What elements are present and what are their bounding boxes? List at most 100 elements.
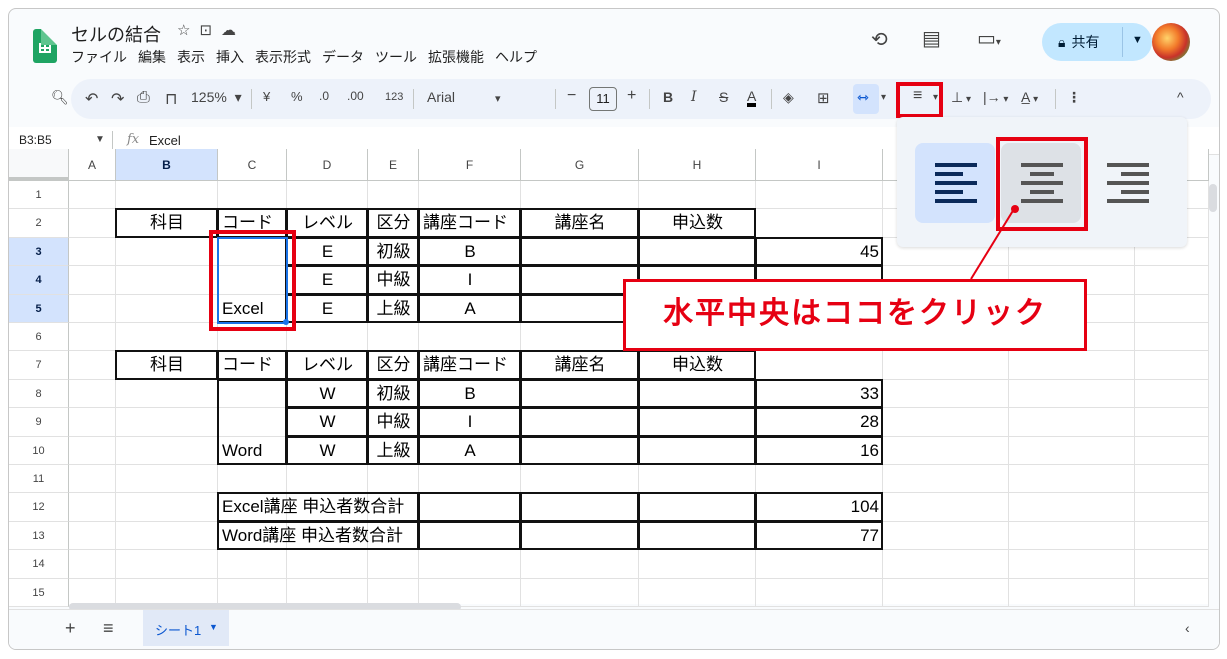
table2-level-cell[interactable]: 初級	[372, 380, 415, 408]
menu-data[interactable]: データ	[322, 47, 364, 67]
table1-level-cell[interactable]: 中級	[372, 266, 415, 294]
name-box-dropdown-icon[interactable]: ▼	[95, 134, 105, 145]
text-wrap-icon[interactable]: |→ ▾	[983, 89, 1008, 105]
fill-color-icon[interactable]: ◈	[783, 89, 794, 106]
table2-header-cell[interactable]: 区分	[372, 351, 415, 379]
row-header-2[interactable]: 2	[9, 209, 69, 238]
column-header-f[interactable]: F	[419, 149, 521, 181]
column-header-i[interactable]: I	[756, 149, 883, 181]
share-dropdown-icon[interactable]: ▼	[1132, 34, 1143, 46]
column-header-h[interactable]: H	[639, 149, 756, 181]
meet-icon[interactable]: ▭▾	[977, 26, 1001, 51]
formula-input[interactable]: Excel	[149, 133, 181, 148]
row-header-15[interactable]: 15	[9, 578, 69, 607]
table2-level-cell[interactable]: 上級	[372, 437, 415, 465]
redo-icon[interactable]: ↷	[111, 89, 124, 109]
table2-header-cell[interactable]: レベル	[291, 351, 364, 379]
currency-button[interactable]: ¥	[263, 89, 270, 104]
comment-icon[interactable]: ▤	[922, 26, 941, 51]
collapse-toolbar-button[interactable]: ^	[1177, 89, 1184, 105]
row-header-4[interactable]: 4	[9, 266, 69, 295]
total-value-cell[interactable]: 104	[760, 493, 879, 521]
table2-count-cell[interactable]: 28	[760, 408, 879, 436]
row-header-8[interactable]: 8	[9, 379, 69, 409]
row-header-3[interactable]: 3	[9, 237, 69, 267]
paint-format-icon[interactable]: ⊓	[165, 89, 177, 109]
row-header-6[interactable]: 6	[9, 323, 69, 352]
all-sheets-button[interactable]: ≡	[103, 618, 114, 639]
sheet-tab-active[interactable]: シート1 ▼	[143, 610, 229, 646]
table2-count-cell[interactable]: 33	[760, 380, 879, 408]
table1-header-cell[interactable]: 科目	[120, 209, 214, 237]
table1-level-cell[interactable]: 上級	[372, 295, 415, 323]
align-right-button[interactable]	[1087, 143, 1167, 223]
column-header-a[interactable]: A	[69, 149, 116, 181]
total-label-cell[interactable]: Excel講座 申込者数合計	[222, 493, 472, 521]
number-format-button[interactable]: 123	[385, 91, 403, 103]
table2-level-cell[interactable]: 中級	[372, 408, 415, 436]
table1-level-cell[interactable]: 初級	[372, 238, 415, 266]
menu-extensions[interactable]: 拡張機能	[428, 47, 484, 67]
side-panel-toggle-icon[interactable]: ‹	[1185, 620, 1190, 636]
font-size-input[interactable]: 11	[589, 87, 617, 111]
menu-tools[interactable]: ツール	[375, 47, 417, 67]
name-box[interactable]: B3:B5	[19, 133, 52, 147]
table1-code-cell[interactable]: E	[291, 266, 364, 294]
menu-file[interactable]: ファイル	[71, 47, 127, 67]
more-options-button[interactable]: ⋮	[1067, 89, 1081, 106]
table2-kubun-cell[interactable]: I	[423, 408, 517, 436]
avatar[interactable]	[1152, 23, 1190, 61]
row-header-13[interactable]: 13	[9, 521, 69, 551]
move-to-folder-icon[interactable]: ⊡	[199, 22, 221, 39]
vertical-align-icon[interactable]: ⊥ ▾	[951, 89, 971, 106]
table2-code-cell[interactable]: W	[291, 408, 364, 436]
add-sheet-button[interactable]: +	[65, 618, 76, 639]
column-header-b[interactable]: B	[116, 149, 218, 181]
row-header-14[interactable]: 14	[9, 550, 69, 579]
table1-header-cell[interactable]: コード	[222, 209, 283, 237]
table1-count-cell[interactable]: 45	[760, 238, 879, 266]
font-size-increase-button[interactable]: +	[627, 87, 636, 105]
text-rotation-icon[interactable]: A̲ ▾	[1021, 89, 1038, 105]
italic-button[interactable]: I	[691, 89, 697, 105]
strikethrough-button[interactable]: S	[719, 89, 728, 105]
table2-subject-cell[interactable]: Word	[222, 437, 283, 465]
row-header-1[interactable]: 1	[9, 181, 69, 210]
document-title[interactable]: セルの結合	[71, 21, 161, 47]
increase-decimal-button[interactable]: .00	[347, 89, 364, 103]
percent-button[interactable]: %	[291, 89, 303, 104]
table1-header-cell[interactable]: 区分	[372, 209, 415, 237]
column-header-e[interactable]: E	[368, 149, 419, 181]
table1-kubun-cell[interactable]: I	[423, 266, 517, 294]
table1-subject-cell[interactable]: Excel	[222, 295, 283, 323]
select-all-corner[interactable]	[9, 149, 69, 181]
table2-kubun-cell[interactable]: A	[423, 437, 517, 465]
row-header-9[interactable]: 9	[9, 408, 69, 437]
table2-header-cell[interactable]: 講座コード	[423, 351, 517, 379]
decrease-decimal-button[interactable]: .0	[319, 89, 329, 103]
cloud-saved-icon[interactable]: ☁	[221, 22, 245, 39]
star-icon[interactable]: ☆	[177, 22, 199, 39]
share-button[interactable]: 🔒︎ 共有 ▼	[1042, 23, 1152, 61]
search-menus-icon[interactable]: 🔍︎	[51, 89, 69, 106]
table2-header-cell[interactable]: 講座名	[525, 351, 635, 379]
print-icon[interactable]: ⎙	[137, 89, 150, 107]
vertical-scrollbar[interactable]	[1209, 184, 1217, 212]
column-header-c[interactable]: C	[218, 149, 287, 181]
borders-icon[interactable]: ⊞	[817, 89, 830, 107]
sheets-logo-icon[interactable]	[33, 29, 57, 63]
menu-view[interactable]: 表示	[177, 47, 205, 67]
table1-kubun-cell[interactable]: B	[423, 238, 517, 266]
history-icon[interactable]: ⟲	[871, 27, 888, 52]
menu-format[interactable]: 表示形式	[255, 47, 311, 67]
table2-header-cell[interactable]: コード	[222, 351, 283, 379]
table1-code-cell[interactable]: E	[291, 295, 364, 323]
table2-kubun-cell[interactable]: B	[423, 380, 517, 408]
column-header-d[interactable]: D	[287, 149, 368, 181]
row-header-12[interactable]: 12	[9, 493, 69, 522]
zoom-select[interactable]: 125% ▾	[191, 89, 242, 106]
table2-code-cell[interactable]: W	[291, 437, 364, 465]
table1-kubun-cell[interactable]: A	[423, 295, 517, 323]
table1-header-cell[interactable]: 講座コード	[423, 209, 517, 237]
table2-header-cell[interactable]: 科目	[120, 351, 214, 379]
